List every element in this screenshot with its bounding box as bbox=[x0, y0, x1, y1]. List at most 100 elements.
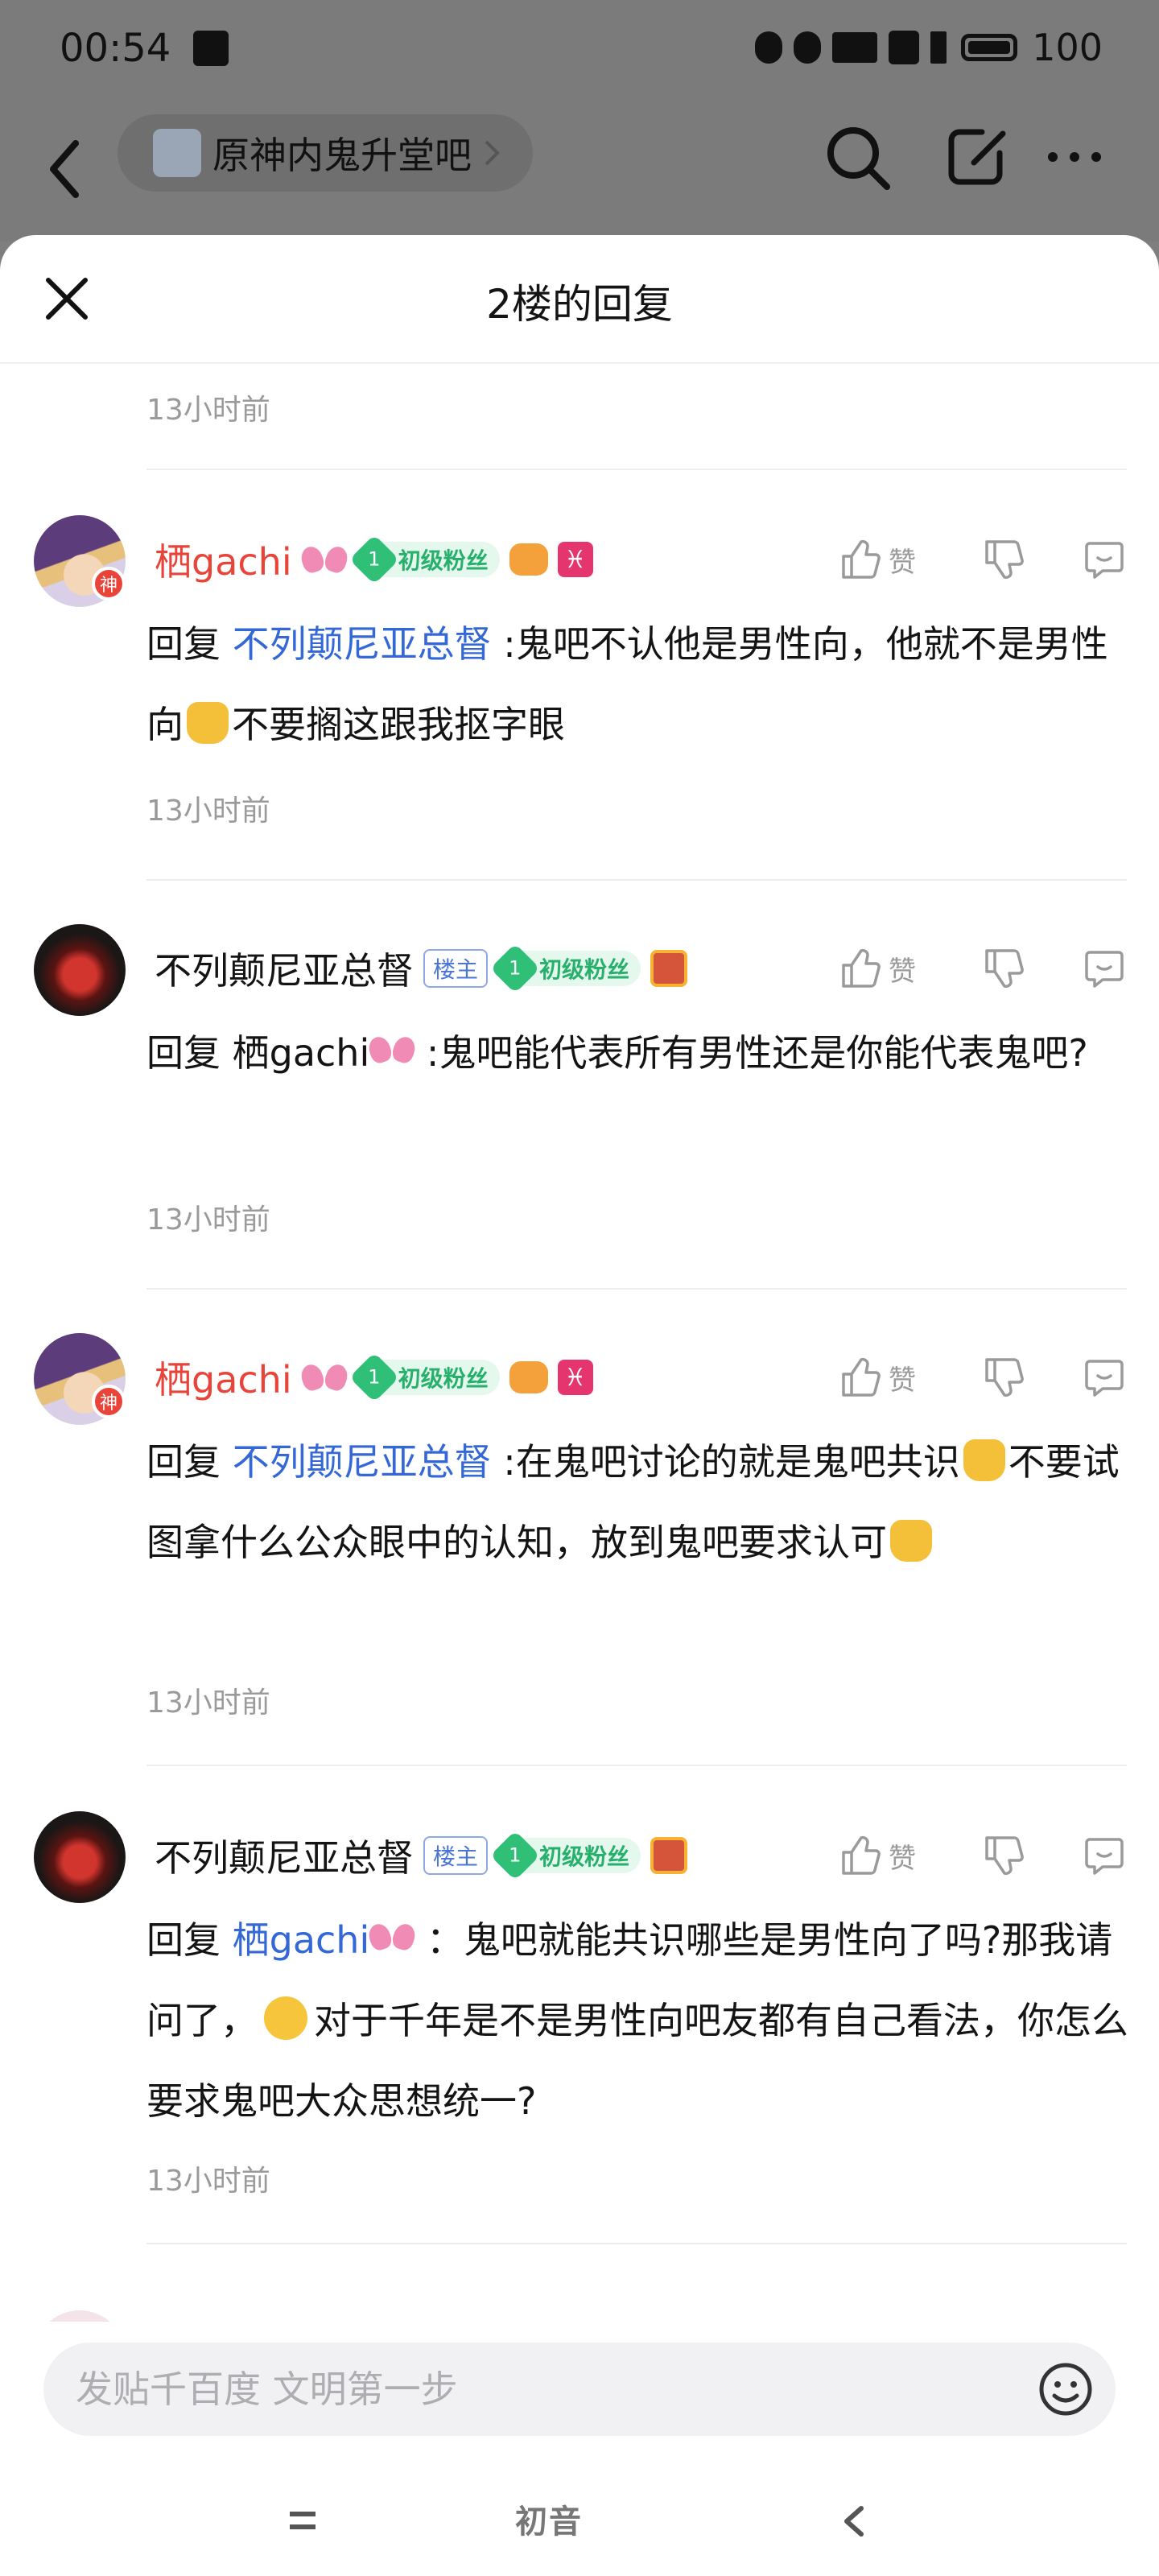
replies-sheet: 2楼的回复 13小时前 神 栖gachi 1 初级粉丝 ♓ 赞 回复 不列颠尼亚… bbox=[0, 235, 1159, 2576]
charging-icon bbox=[930, 31, 947, 64]
system-nav-bar: 初音 bbox=[0, 2467, 1159, 2576]
pisces-icon: ♓ bbox=[557, 542, 593, 577]
reply-actions: 赞 bbox=[837, 531, 1127, 588]
reply-actions: 赞 bbox=[837, 1827, 1127, 1884]
alarm-icon bbox=[755, 31, 783, 64]
emoji-icon[interactable] bbox=[1037, 2360, 1095, 2418]
god-badge-icon: 神 bbox=[92, 1385, 126, 1418]
fan-badge: 1 初级粉丝 bbox=[489, 1830, 641, 1881]
dislike-button[interactable] bbox=[980, 946, 1025, 991]
comment-icon bbox=[1085, 951, 1124, 988]
mention-link[interactable]: 不列颠尼亚总督 bbox=[233, 1440, 492, 1484]
signal-icon bbox=[832, 32, 878, 63]
thinking-emoji-icon bbox=[264, 1996, 307, 2040]
thumbs-up-icon bbox=[842, 539, 881, 579]
pisces-icon: ♓ bbox=[557, 1360, 593, 1395]
dislike-button[interactable] bbox=[980, 1355, 1025, 1400]
comment-icon bbox=[1085, 1838, 1124, 1875]
like-button[interactable]: 赞 bbox=[837, 1355, 934, 1400]
owner-badge: 楼主 bbox=[423, 949, 489, 988]
reply-button[interactable] bbox=[1082, 537, 1127, 582]
menu-icon[interactable] bbox=[287, 2507, 319, 2536]
reply-text: 回复 栖gachi ：鬼吧就能共识哪些是男性向了吗?那我请问了， 对于千年是不是男… bbox=[146, 1918, 1128, 2123]
sun-badge-icon bbox=[650, 1837, 688, 1874]
mention-link[interactable]: 栖gachi bbox=[233, 1031, 370, 1075]
reply-meta: 不列颠尼亚总督 楼主 1 初级粉丝 bbox=[155, 940, 688, 997]
avatar[interactable] bbox=[34, 1811, 126, 1903]
reply-time: 13小时前 bbox=[146, 1686, 270, 1719]
search-icon[interactable] bbox=[821, 121, 893, 193]
status-icons bbox=[755, 31, 947, 64]
divider bbox=[146, 2243, 1127, 2244]
back-icon[interactable] bbox=[42, 129, 90, 209]
wave-emoji-icon bbox=[187, 702, 229, 744]
bow-icon bbox=[369, 1034, 415, 1066]
post-navbar: 原神内鬼升堂吧 bbox=[0, 97, 1159, 242]
battery-level: 100 bbox=[1032, 26, 1103, 69]
like-button[interactable]: 赞 bbox=[837, 1833, 934, 1878]
thumbs-down-icon bbox=[985, 949, 1024, 989]
reply-input[interactable] bbox=[76, 2362, 1001, 2417]
thumbs-up-icon bbox=[842, 1835, 881, 1875]
god-badge-icon: 神 bbox=[92, 567, 126, 601]
reply-input-container[interactable] bbox=[43, 2343, 1116, 2436]
username[interactable]: 不列颠尼亚总督 bbox=[155, 1829, 414, 1882]
back-icon[interactable] bbox=[837, 2504, 869, 2539]
more-icon[interactable] bbox=[1038, 121, 1111, 193]
mention-link[interactable]: 不列颠尼亚总督 bbox=[233, 622, 492, 666]
forum-chip[interactable]: 原神内鬼升堂吧 bbox=[118, 114, 533, 192]
bow-icon bbox=[302, 543, 347, 576]
username[interactable]: 栖gachi bbox=[155, 1351, 292, 1404]
mention-link[interactable]: 栖gachi bbox=[233, 1918, 370, 1962]
fan-badge: 1 初级粉丝 bbox=[489, 943, 641, 994]
reply-meta: 栖gachi 1 初级粉丝 ♓ bbox=[155, 1349, 593, 1406]
wave-emoji-icon bbox=[963, 1439, 1005, 1481]
reply-text: 回复 不列颠尼亚总督 :鬼吧不认他是男性向，他就不是男性向 不要搁这跟我抠字眼 bbox=[146, 622, 1108, 746]
reply-button[interactable] bbox=[1082, 1355, 1127, 1400]
status-time: 00:54 bbox=[60, 26, 171, 71]
wave-emoji-icon bbox=[890, 1520, 932, 1562]
owner-badge: 楼主 bbox=[423, 1836, 489, 1875]
reply-button[interactable] bbox=[1082, 1833, 1127, 1878]
forum-name: 原神内鬼升堂吧 bbox=[212, 134, 472, 177]
sheet-header: 2楼的回复 bbox=[0, 235, 1159, 364]
edit-icon[interactable] bbox=[942, 121, 1014, 193]
thumbs-up-icon bbox=[842, 1357, 881, 1397]
reply-button[interactable] bbox=[1082, 946, 1127, 991]
reply-text: 回复 栖gachi :鬼吧能代表所有男性还是你能代表鬼吧? bbox=[146, 1031, 1088, 1075]
reply-text: 回复 不列颠尼亚总督 :在鬼吧讨论的就是鬼吧共识 不要试图拿什么公众眼中的认知，放… bbox=[146, 1439, 1120, 1564]
reply-actions: 赞 bbox=[837, 1349, 1127, 1406]
username[interactable]: 不列颠尼亚总督 bbox=[155, 942, 414, 995]
username[interactable]: 栖gachi bbox=[155, 533, 292, 586]
moon-icon bbox=[794, 31, 822, 64]
like-button[interactable]: 赞 bbox=[837, 946, 934, 991]
comment-icon bbox=[1085, 542, 1124, 579]
divider bbox=[146, 879, 1127, 881]
reply-time: 13小时前 bbox=[146, 1203, 270, 1236]
reply-time: 13小时前 bbox=[146, 2165, 270, 2198]
like-button[interactable]: 赞 bbox=[837, 537, 934, 582]
notification-icon bbox=[193, 31, 229, 66]
dislike-button[interactable] bbox=[980, 1833, 1025, 1878]
thumbs-up-icon bbox=[842, 948, 881, 988]
thumbs-down-icon bbox=[985, 1358, 1024, 1397]
battery-icon bbox=[961, 34, 1018, 61]
reply-actions: 赞 bbox=[837, 940, 1127, 997]
home-button[interactable]: 初音 bbox=[515, 2496, 583, 2542]
dislike-button[interactable] bbox=[980, 537, 1025, 582]
avatar[interactable] bbox=[34, 924, 126, 1016]
reply-input-bar bbox=[0, 2322, 1159, 2467]
bow-icon bbox=[369, 1921, 415, 1953]
gamepad-icon bbox=[509, 1361, 548, 1393]
reply-meta: 栖gachi 1 初级粉丝 ♓ bbox=[155, 531, 593, 588]
bow-icon bbox=[302, 1361, 347, 1393]
forum-logo bbox=[153, 129, 201, 177]
divider bbox=[146, 469, 1127, 470]
thumbs-down-icon bbox=[985, 540, 1024, 580]
thumbs-down-icon bbox=[985, 1836, 1024, 1876]
chevron-right-icon bbox=[485, 140, 500, 166]
reply-meta: 不列颠尼亚总督 楼主 1 初级粉丝 bbox=[155, 1827, 688, 1884]
fan-badge: 1 初级粉丝 bbox=[349, 534, 500, 585]
reply-time: 13小时前 bbox=[146, 795, 270, 828]
divider bbox=[146, 1765, 1127, 1766]
